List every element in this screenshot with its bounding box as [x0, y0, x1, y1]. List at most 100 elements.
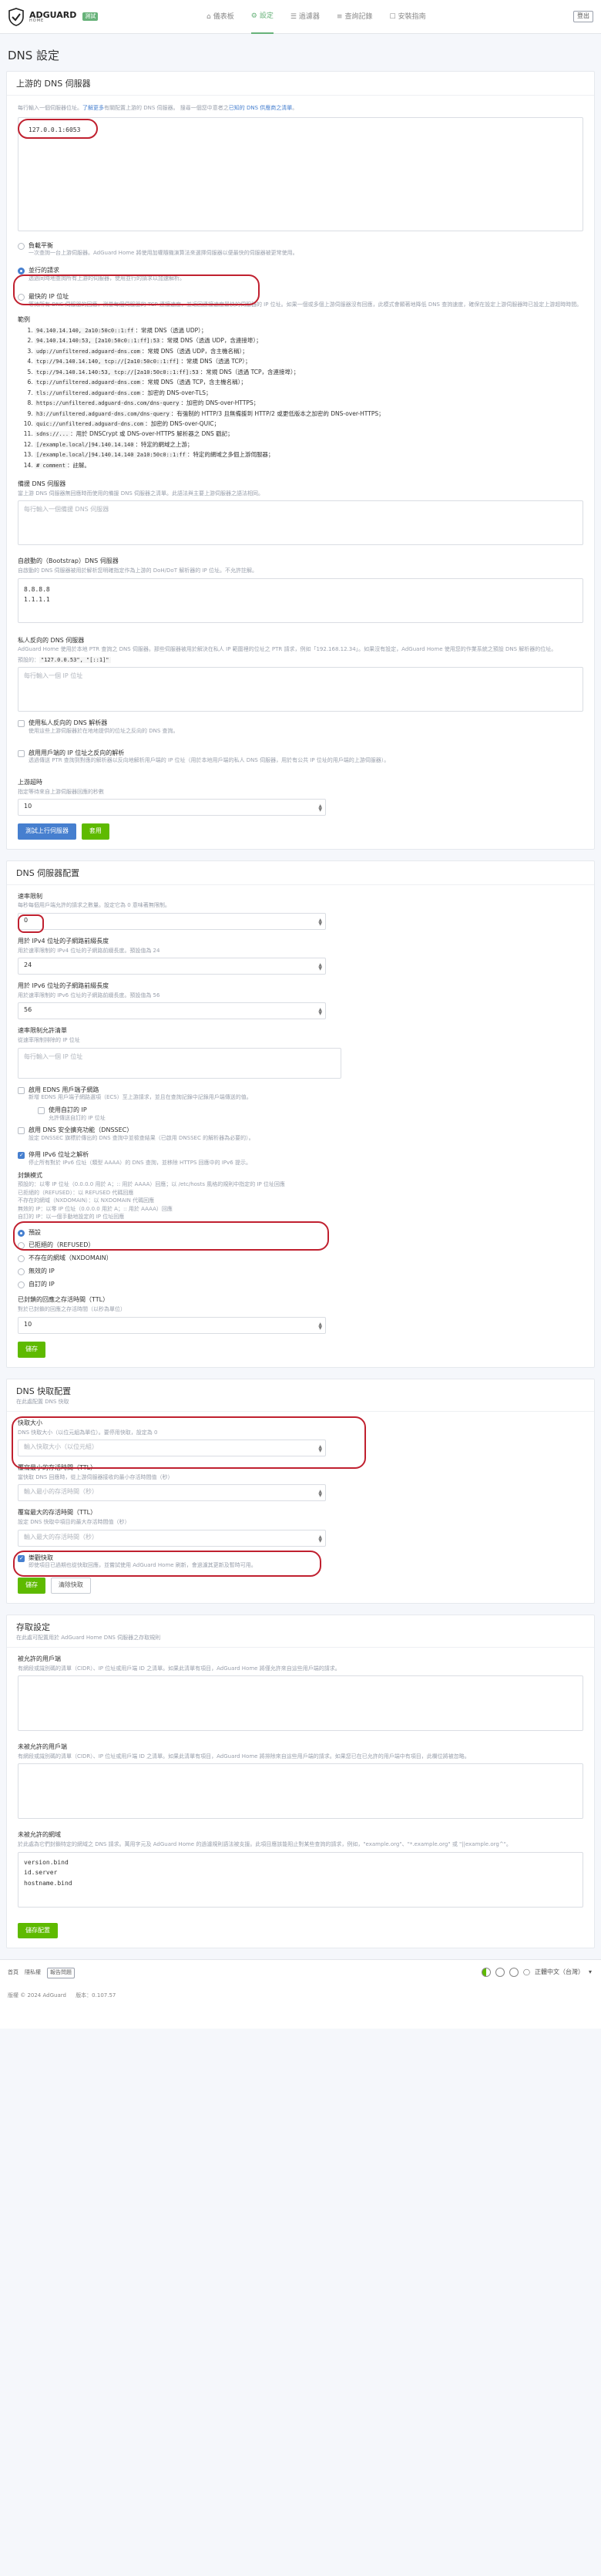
dns-config-save-button[interactable]: 儲存 — [18, 1341, 45, 1358]
fallback-desc: 當上游 DNS 伺服器無回應時而使用的備援 DNS 伺服器之清單。此語法與主要上… — [18, 490, 264, 497]
theme-auto-icon[interactable] — [482, 1968, 492, 1978]
nav-setup-guide[interactable]: ☐ 安裝指南 — [389, 0, 425, 34]
dns-config-title: DNS 伺服器配置 — [16, 867, 80, 878]
theme-dark-icon[interactable] — [509, 1968, 519, 1978]
disable-ipv6-row[interactable]: 停用 IPv6 位址之解析停止所有對於 IPv6 位址（類型 AAAA）的 DN… — [18, 1151, 583, 1167]
optimistic-checkbox[interactable] — [18, 1554, 25, 1562]
dns-config-card: DNS 伺服器配置 速率限制 每秒每個用戶端允許的請求之數量。設定它為 0 意味… — [6, 860, 595, 1368]
private-label: 私人反向的 DNS 伺服器 — [18, 636, 85, 644]
blocking-default[interactable]: 預設 — [18, 1229, 583, 1237]
dns-providers-link[interactable]: 已知的 DNS 供應商之清單 — [229, 105, 293, 111]
footer: 首頁 隱私權 報告問題 ◯ 正體中文（台灣） ▾ 版權 © 2024 AdGua… — [0, 1959, 601, 2029]
example-item: 94.140.14.140:53, [2a10:50c0::1:ff]:53：常… — [35, 337, 583, 345]
example-item: udp://unfiltered.adguard-dns.com：常規 DNS（… — [35, 348, 583, 355]
top-bar: ADGUARD HOME 測試 ⌂ 儀表板 ⚙ 設定 ☰ 過濾器 ≡ 查詢記錄 ☐ 安裝指… — [0, 0, 601, 34]
mode-fastest-ip[interactable]: 最快的 IP 位址 等待所有 DNS 伺服器的回應，測量每個伺服器的 TCP 連接… — [18, 293, 583, 308]
page-title: DNS 設定 — [8, 49, 60, 62]
timeout-input[interactable]: 10 ▲ ▼ — [18, 799, 326, 816]
upstream-textarea[interactable]: 127.0.0.1:6053 — [18, 116, 583, 231]
ratelimit-allowlist-textarea[interactable]: 每行輸入一個 IP 位址 — [18, 1047, 341, 1079]
guide-icon: ☐ — [389, 12, 396, 21]
logout-button[interactable]: 登出 — [573, 11, 593, 22]
main-nav: ⌂ 儀表板 ⚙ 設定 ☰ 過濾器 ≡ 查詢記錄 ☐ 安裝指南 — [206, 0, 426, 34]
nav-filters[interactable]: ☰ 過濾器 — [290, 0, 320, 34]
footer-home-link[interactable]: 首頁 — [8, 1969, 18, 1976]
chevron-down-icon: ▾ — [588, 1968, 592, 1975]
version-text: 版本：0.107.57 — [76, 1992, 116, 1999]
disable-ipv6-checkbox[interactable] — [18, 1152, 25, 1160]
upstream-desc: 每行輸入一個伺服器位址。了解更多有關配置上游的 DNS 伺服器。 搜尋一個您中意… — [18, 105, 298, 112]
dnssec-row[interactable]: 啟用 DNS 安全擴充功能（DNSSEC） 設定 DNSSEC 旗標於傳出的 DN… — [18, 1126, 583, 1142]
apply-button[interactable]: 套用 — [81, 823, 109, 840]
nav-settings[interactable]: ⚙ 設定 — [250, 0, 274, 34]
example-item: quic://unfiltered.adguard-dns.com：加密的 DN… — [35, 420, 583, 428]
example-item: [/example.local/]94.140.14.140 2a10:50c0… — [35, 451, 583, 459]
example-item: sdns://...：用於 DNSCrypt 或 DNS-over-HTTPS … — [35, 430, 583, 438]
clear-cache-button[interactable]: 清除快取 — [50, 1577, 91, 1594]
footer-privacy-link[interactable]: 隱私權 — [25, 1969, 41, 1976]
cache-min-ttl-input[interactable]: 輸入最小的存活時間（秒） ▲ ▼ — [18, 1484, 326, 1502]
blocked-hosts-textarea[interactable]: version.bind id.server hostname.bind — [18, 1851, 583, 1908]
language-select[interactable]: 正體中文（台灣） — [535, 1968, 584, 1977]
home-icon: ⌂ — [206, 12, 211, 21]
examples-list: 範例 94.140.14.140, 2a10:50c0::1:ff：常規 DNS… — [18, 316, 583, 470]
ipv6-prefix-input[interactable]: 56 ▲ ▼ — [18, 1002, 326, 1020]
globe-icon: ◯ — [523, 1968, 530, 1975]
rate-limit-input[interactable]: 0 ▲ ▼ — [18, 912, 326, 930]
bootstrap-desc: 自啟動的 DNS 伺服器被用於解析您明確指定作為上游的 DoH/DoT 解析器的… — [18, 567, 257, 574]
example-item: tls://unfiltered.adguard-dns.com：加密的 DNS… — [35, 389, 583, 397]
mode-load-balance[interactable]: 負載平衡 一次查詢一台上游伺服器。AdGuard Home 將使用加權隨機演算法來… — [18, 242, 583, 258]
optimistic-row[interactable]: 樂觀快取即使項目已過期也從快取回應，並嘗試使用 AdGuard Home 刷新，… — [18, 1554, 583, 1570]
learn-more-link[interactable]: 了解更多 — [82, 105, 104, 111]
nav-query-log[interactable]: ≡ 查詢記錄 — [337, 0, 373, 34]
parallel-radio[interactable] — [18, 267, 25, 274]
nav-dashboard[interactable]: ⌂ 儀表板 — [206, 0, 234, 34]
blocking-nxdomain-radio[interactable] — [18, 1255, 25, 1263]
example-item: # comment：註解。 — [35, 462, 583, 470]
private-textarea[interactable]: 每行輸入一個 IP 位址 — [18, 667, 583, 712]
edns-row[interactable]: 啟用 EDNS 用戶端子網路 新增 EDNS 用戶端子網路選項（ECS）至上游請求… — [18, 1086, 583, 1102]
report-issue-button[interactable]: 報告問題 — [47, 1968, 75, 1978]
dnssec-checkbox[interactable] — [18, 1127, 25, 1135]
example-item: https://unfiltered.adguard-dns.com/dns-q… — [35, 399, 583, 407]
bootstrap-textarea[interactable]: 8.8.8.8 1.1.1.1 — [18, 577, 583, 623]
mode-parallel[interactable]: 並行的請求 透過同時地查詢所有上游的伺服器，使用並行的請求以加速解析。 — [18, 267, 583, 282]
filter-icon: ☰ — [290, 12, 297, 21]
brand-name: ADGUARD HOME — [29, 9, 77, 23]
rdns-row[interactable]: 啟用用戶端的 IP 位址之反向的解析 透過傳送 PTR 查詢到對應的解析器以反向地… — [18, 749, 583, 765]
allowed-clients-textarea[interactable] — [18, 1675, 583, 1732]
cache-max-ttl-input[interactable]: 輸入最大的存活時間（秒） ▲ ▼ — [18, 1529, 326, 1547]
theme-light-icon[interactable] — [495, 1968, 505, 1978]
blocked-ttl-input[interactable]: 10 ▲ ▼ — [18, 1316, 326, 1334]
cache-save-button[interactable]: 儲存 — [18, 1577, 45, 1594]
example-item: tcp://94.140.14.140, tcp://[2a10:50c0::1… — [35, 358, 583, 365]
blocking-refused[interactable]: 已拒絕的（REFUSED） — [18, 1241, 583, 1250]
blocking-nxdomain[interactable]: 不存在的網域（NXDOMAIN） — [18, 1254, 583, 1263]
disallowed-clients-textarea[interactable] — [18, 1763, 583, 1820]
test-upstreams-button[interactable]: 測試上行伺服器 — [18, 823, 76, 840]
ipv4-prefix-input[interactable]: 24 ▲ ▼ — [18, 958, 326, 975]
rdns-checkbox[interactable] — [18, 749, 25, 757]
blocking-null-ip-radio[interactable] — [18, 1268, 25, 1275]
blocking-null-ip[interactable]: 無效的 IP — [18, 1268, 583, 1276]
timeout-label: 上游超時 — [18, 778, 42, 786]
blocking-default-radio[interactable] — [18, 1229, 25, 1237]
fallback-textarea[interactable]: 每行輸入一個備援 DNS 伺服器 — [18, 500, 583, 546]
edns-checkbox[interactable] — [18, 1086, 25, 1094]
blocking-custom-ip[interactable]: 自訂的 IP — [18, 1281, 583, 1289]
example-item: tcp://94.140.14.140:53, tcp://[2a10:50c0… — [35, 369, 583, 376]
shield-icon — [8, 7, 24, 26]
fastest-ip-radio[interactable] — [18, 294, 25, 301]
load-balance-radio[interactable] — [18, 242, 25, 250]
use-private-checkbox[interactable] — [18, 720, 25, 728]
brand-logo[interactable]: ADGUARD HOME 測試 — [8, 7, 99, 26]
blocking-refused-radio[interactable] — [18, 1242, 25, 1250]
access-card: 存取設定 在此處可配置用於 AdGuard Home DNS 伺服器之存取規則 … — [6, 1614, 595, 1949]
edns-custom-row[interactable]: 使用自訂的 IP 允許傳送自訂的 IP 位址 — [38, 1106, 583, 1122]
edns-custom-checkbox[interactable] — [38, 1106, 45, 1114]
use-private-row[interactable]: 使用私人反向的 DNS 解析器 使用這些上游伺服器於在地地提供的位址之反向的 DN… — [18, 719, 583, 735]
access-save-button[interactable]: 儲存配置 — [18, 1922, 58, 1939]
blocking-custom-ip-radio[interactable] — [18, 1281, 25, 1288]
cache-size-input[interactable]: 輸入快取大小（以位元組） ▲ ▼ — [18, 1440, 326, 1457]
private-desc: AdGuard Home 使用於本地 PTR 查詢之 DNS 伺服器。那些伺服器… — [18, 646, 557, 653]
